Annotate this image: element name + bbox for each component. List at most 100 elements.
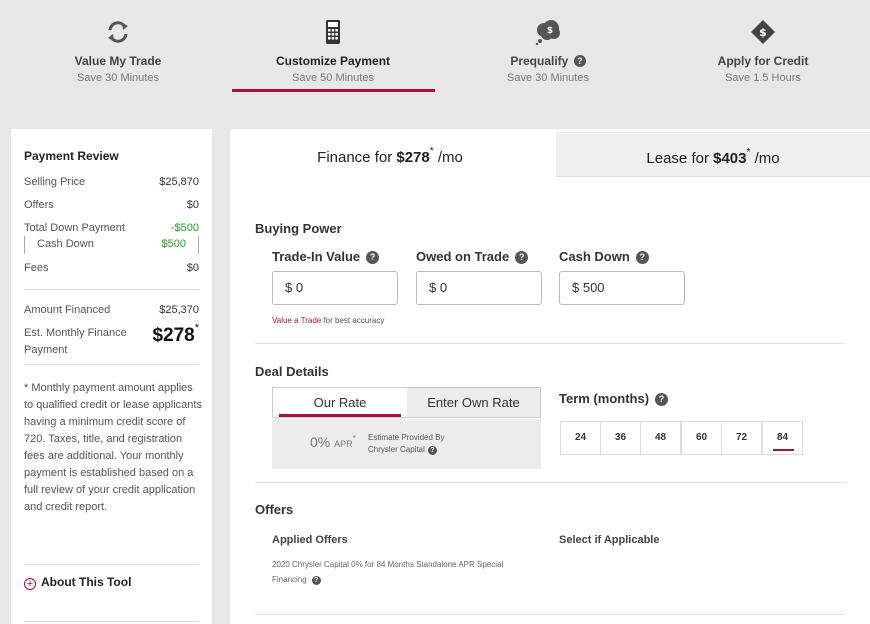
offers-row: Offers $0 [24, 199, 199, 211]
step-customize-payment[interactable]: Customize Payment Save 50 Minutes [233, 18, 433, 84]
term-label: Term (months)? [559, 391, 669, 406]
step-apply-for-credit[interactable]: $ Apply for Credit Save 1.5 Hours [663, 18, 863, 84]
est-monthly-amount: $278 [152, 325, 195, 346]
owed-on-trade-label: Owed on Trade? [416, 249, 529, 264]
step-subtitle: Save 30 Minutes [507, 72, 589, 84]
apr-label: APR [334, 439, 353, 449]
tab-lease[interactable]: Lease for $403* /mo [556, 132, 870, 177]
step-subtitle: Save 30 Minutes [77, 72, 159, 84]
active-tab-indicator [279, 414, 401, 417]
total-down-row: Total Down Payment -$500 [24, 222, 199, 234]
tab-enter-own-rate[interactable]: Enter Own Rate [407, 388, 540, 417]
lease-amount: $403 [713, 150, 747, 167]
total-down-value: -$500 [170, 222, 199, 234]
step-title: Value My Trade [74, 54, 162, 68]
selected-term-indicator [773, 449, 794, 451]
step-navigation: Value My Trade Save 30 Minutes Customize… [0, 0, 870, 118]
step-subtitle: Save 1.5 Hours [725, 72, 801, 84]
fees-row: Fees $0 [24, 262, 199, 274]
deal-details-title: Deal Details [255, 364, 329, 379]
money-cloud-icon: $ [535, 20, 560, 46]
step-title: Customize Payment [275, 54, 391, 68]
select-if-applicable-label: Select if Applicable [559, 534, 660, 546]
est-monthly-value: $278* [152, 322, 199, 347]
svg-text:$: $ [759, 26, 767, 39]
step-title: Apply for Credit [717, 54, 809, 68]
rate-display: 0% APR* Estimate Provided By Chrysler Cap… [272, 419, 541, 469]
refresh-icon [108, 21, 128, 43]
about-label: About This Tool [41, 575, 132, 589]
cash-down-label: Cash Down? [559, 249, 649, 264]
divider [24, 564, 199, 565]
lease-prefix: Lease for [646, 150, 714, 167]
main-panel: Finance for $278* /mo Lease for $403* /m… [230, 129, 870, 624]
tab-finance[interactable]: Finance for $278* /mo [230, 129, 550, 177]
active-step-indicator [232, 89, 435, 92]
amount-financed-row: Amount Financed $25,370 [24, 304, 199, 316]
help-icon[interactable]: ? [311, 576, 321, 585]
cash-down-value: $500 [161, 238, 186, 250]
selling-price-label: Selling Price [24, 176, 86, 188]
finance-suffix: /mo [433, 149, 463, 166]
tab-our-rate[interactable]: Our Rate [273, 388, 407, 417]
est-monthly-label: Est. Monthly Finance Payment [24, 327, 127, 356]
step-title: Prequalify ? [448, 54, 648, 68]
term-option-72[interactable]: 72 [721, 421, 762, 455]
apr-number: 0% [310, 434, 331, 450]
help-icon[interactable]: ? [366, 251, 380, 264]
term-option-60[interactable]: 60 [681, 421, 722, 455]
owed-on-trade-input[interactable]: $ 0 [416, 271, 542, 305]
trade-in-label: Trade-In Value? [272, 249, 380, 264]
apr-value: 0% APR* [310, 434, 356, 450]
applied-offers-label: Applied Offers [272, 534, 348, 546]
term-option-84[interactable]: 84 [762, 421, 803, 455]
term-84-label: 84 [776, 432, 789, 443]
cash-down-label-text: Cash Down [559, 249, 630, 264]
step-prequalify[interactable]: $ Prequalify ? Save 30 Minutes [448, 18, 648, 84]
trade-in-input[interactable]: $ 0 [272, 271, 398, 305]
cash-down-row: Cash Down $500 [24, 236, 199, 254]
selling-price-row: Selling Price $25,870 [24, 176, 199, 188]
help-icon[interactable]: ? [573, 55, 586, 67]
divider [255, 614, 845, 615]
cash-down-input[interactable]: $ 500 [559, 271, 685, 305]
disclaimer-text: * Monthly payment amount applies to qual… [24, 382, 202, 513]
finance-amount: $278 [396, 149, 430, 166]
rate-tabs: Our Rate Enter Own Rate [272, 387, 541, 418]
term-option-36[interactable]: 36 [600, 421, 641, 455]
about-this-tool-toggle[interactable]: + About This Tool [24, 575, 131, 590]
term-option-48[interactable]: 48 [640, 421, 681, 455]
provider-line2: Chrysler Capital [368, 445, 425, 454]
help-icon[interactable]: ? [515, 251, 529, 264]
owed-label-text: Owed on Trade [416, 249, 510, 264]
calculator-icon [326, 20, 340, 44]
provider-line1: Estimate Provided By [368, 433, 445, 442]
offer-item: 2020 Chrysler Capital 0% for 84 Months S… [272, 557, 537, 587]
amount-financed-value: $25,370 [159, 304, 199, 316]
step-title-text: Prequalify [510, 54, 569, 68]
fees-label: Fees [24, 262, 49, 274]
plus-icon: + [24, 578, 36, 590]
lease-suffix: /mo [750, 150, 780, 167]
divider [24, 364, 199, 365]
trade-in-label-text: Trade-In Value [272, 249, 361, 264]
help-icon[interactable]: ? [427, 446, 437, 455]
amount-financed-label: Amount Financed [24, 304, 111, 316]
asterisk: * [352, 434, 356, 443]
help-icon[interactable]: ? [655, 393, 669, 406]
value-trade-note: Value a Trade for best accuracy [272, 316, 384, 325]
value-trade-rest: for best accuracy [321, 316, 385, 325]
offers-value: $0 [186, 199, 199, 211]
offers-label: Offers [24, 199, 54, 211]
divider [24, 621, 199, 622]
term-option-24[interactable]: 24 [560, 421, 601, 455]
fees-value: $0 [186, 262, 199, 274]
help-icon[interactable]: ? [635, 251, 649, 264]
our-rate-label: Our Rate [313, 395, 367, 410]
estimate-provider: Estimate Provided By Chrysler Capital? [368, 432, 444, 456]
payment-review-title: Payment Review [24, 149, 119, 163]
asterisk: * [194, 322, 199, 334]
step-value-my-trade[interactable]: Value My Trade Save 30 Minutes [18, 18, 218, 84]
value-a-trade-link[interactable]: Value a Trade [272, 316, 321, 325]
selling-price-value: $25,870 [159, 176, 199, 188]
